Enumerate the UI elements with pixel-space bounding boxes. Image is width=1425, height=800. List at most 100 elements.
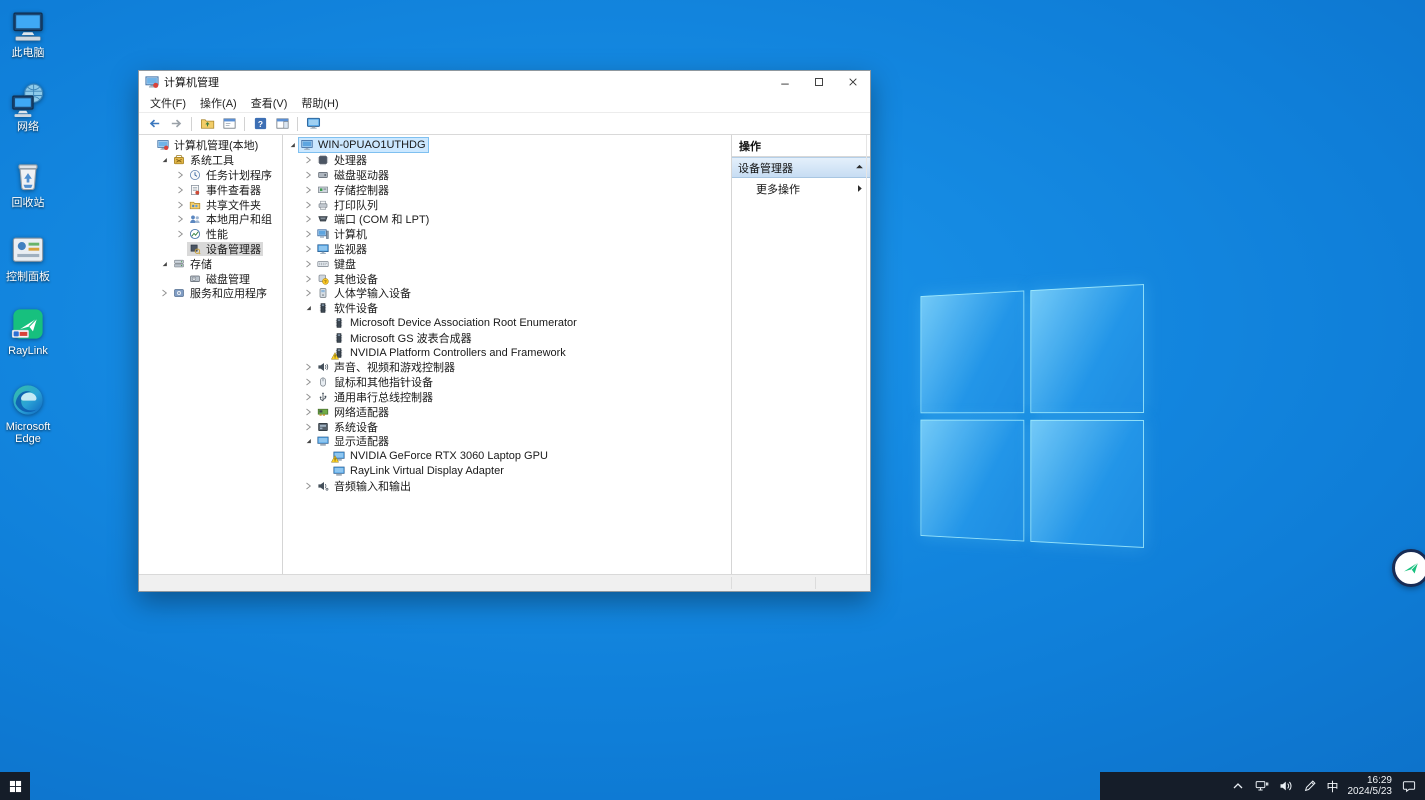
chevron-expanded-icon[interactable] (303, 435, 315, 447)
minimize-button[interactable] (768, 71, 802, 93)
tree-item[interactable]: 音频输入和输出 (283, 478, 731, 493)
tree-item[interactable]: 性能 (139, 227, 282, 242)
collapse-triangle-icon[interactable] (855, 163, 864, 172)
taskbar-clock[interactable]: 16:29 2024/5/23 (1348, 775, 1393, 797)
ime-indicator[interactable]: 中 (1326, 778, 1338, 795)
tree-item[interactable]: 存储 (139, 256, 282, 271)
menu-item[interactable]: 查看(V) (244, 93, 295, 113)
chevron-collapsed-icon[interactable] (303, 228, 315, 240)
tree-item[interactable]: 网络适配器 (283, 404, 731, 419)
chevron-collapsed-icon[interactable] (175, 213, 187, 225)
console-window-2-button[interactable] (272, 115, 292, 133)
tree-item[interactable]: 处理器 (283, 153, 731, 168)
chevron-collapsed-icon[interactable] (303, 258, 315, 270)
tree-item[interactable]: 键盘 (283, 256, 731, 271)
maximize-button[interactable] (802, 71, 836, 93)
tree-item-label: 计算机管理(本地) (174, 137, 258, 153)
tree-item[interactable]: 显示适配器 (283, 434, 731, 449)
network-icon[interactable] (1254, 779, 1269, 794)
desktop-icon-recycle-bin[interactable]: 回收站 (2, 158, 54, 209)
forward-button[interactable] (166, 115, 186, 133)
tree-item[interactable]: 磁盘驱动器 (283, 168, 731, 183)
tree-item[interactable]: RayLink Virtual Display Adapter (283, 464, 731, 479)
tree-item-label: 处理器 (334, 152, 367, 168)
volume-icon[interactable] (1278, 779, 1293, 794)
chevron-collapsed-icon[interactable] (303, 406, 315, 418)
tree-item[interactable]: 磁盘管理 (139, 271, 282, 286)
desktop-icon-network[interactable]: 网络 (2, 82, 54, 133)
window-titlebar[interactable]: 计算机管理 (139, 71, 870, 93)
tree-item[interactable]: 计算机 (283, 227, 731, 242)
chevron-collapsed-icon[interactable] (303, 169, 315, 181)
desktop-icon-edge[interactable]: Microsoft Edge (2, 382, 54, 445)
menu-item[interactable]: 文件(F) (143, 93, 193, 113)
chevron-collapsed-icon[interactable] (303, 273, 315, 285)
desktop-icon-this-pc[interactable]: 此电脑 (2, 8, 54, 59)
tree-item[interactable]: Microsoft Device Association Root Enumer… (283, 316, 731, 331)
tree-item[interactable]: WIN-0PUAO1UTHDG (283, 138, 731, 153)
start-button[interactable] (0, 772, 30, 800)
tree-item[interactable]: 事件查看器 (139, 182, 282, 197)
desktop-icon-raylink[interactable]: RayLink (2, 306, 54, 357)
tree-item[interactable]: 本地用户和组 (139, 212, 282, 227)
tree-item[interactable]: 监视器 (283, 242, 731, 257)
chevron-collapsed-icon[interactable] (303, 243, 315, 255)
tree-item[interactable]: 鼠标和其他指针设备 (283, 375, 731, 390)
chevron-collapsed-icon[interactable] (303, 480, 315, 492)
chevron-collapsed-icon[interactable] (303, 361, 315, 373)
tree-item[interactable]: NVIDIA Platform Controllers and Framewor… (283, 345, 731, 360)
chevron-expanded-icon[interactable] (303, 302, 315, 314)
tree-item[interactable]: 打印队列 (283, 197, 731, 212)
close-button[interactable] (836, 71, 870, 93)
tree-item[interactable]: 通用串行总线控制器 (283, 390, 731, 405)
tree-item[interactable]: 设备管理器 (139, 242, 282, 257)
chevron-expanded-icon[interactable] (159, 154, 171, 166)
action-center-icon[interactable] (1401, 779, 1416, 794)
tree-item[interactable]: 存储控制器 (283, 182, 731, 197)
tree-item[interactable]: 人体学输入设备 (283, 286, 731, 301)
chevron-collapsed-icon[interactable] (303, 154, 315, 166)
tree-item[interactable]: 端口 (COM 和 LPT) (283, 212, 731, 227)
chevron-collapsed-icon[interactable] (175, 169, 187, 181)
back-button[interactable] (144, 115, 164, 133)
tree-item[interactable]: Microsoft GS 波表合成器 (283, 330, 731, 345)
tree-item[interactable]: 系统设备 (283, 419, 731, 434)
tree-item[interactable]: 系统工具 (139, 153, 282, 168)
help-button[interactable]: ? (250, 115, 270, 133)
chevron-expanded-icon[interactable] (287, 139, 299, 151)
chevron-collapsed-icon[interactable] (303, 213, 315, 225)
chevron-collapsed-icon[interactable] (175, 199, 187, 211)
chevron-collapsed-icon[interactable] (303, 421, 315, 433)
monitor-view-button[interactable] (303, 115, 323, 133)
menu-item[interactable]: 操作(A) (193, 93, 244, 113)
desktop-icon-control-panel[interactable]: 控制面板 (2, 232, 54, 283)
tree-item-label: 显示适配器 (334, 433, 389, 449)
windows-ink-icon[interactable] (1302, 779, 1317, 794)
chevron-collapsed-icon[interactable] (303, 376, 315, 388)
chevron-collapsed-icon[interactable] (303, 287, 315, 299)
tree-item[interactable]: 软件设备 (283, 301, 731, 316)
chevron-collapsed-icon[interactable] (303, 184, 315, 196)
chevron-collapsed-icon[interactable] (303, 199, 315, 211)
tree-item[interactable]: 共享文件夹 (139, 197, 282, 212)
tree-item[interactable]: 任务计划程序 (139, 168, 282, 183)
menu-item[interactable]: 帮助(H) (294, 93, 345, 113)
performance-icon (189, 228, 202, 240)
raylink-assist-button[interactable] (1392, 549, 1425, 587)
chevron-collapsed-icon[interactable] (159, 287, 171, 299)
actions-group-device-manager[interactable]: 设备管理器 (732, 157, 870, 178)
tree-item[interactable]: 声音、视频和游戏控制器 (283, 360, 731, 375)
tree-item[interactable]: NVIDIA GeForce RTX 3060 Laptop GPU (283, 449, 731, 464)
tree-item[interactable]: 服务和应用程序 (139, 286, 282, 301)
chevron-expanded-icon[interactable] (159, 258, 171, 270)
console-window-button[interactable] (219, 115, 239, 133)
chevron-collapsed-icon[interactable] (175, 184, 187, 196)
more-actions-item[interactable]: 更多操作 (732, 178, 870, 199)
chevron-collapsed-icon[interactable] (303, 391, 315, 403)
chevron-collapsed-icon[interactable] (175, 228, 187, 240)
tree-item[interactable]: ?其他设备 (283, 271, 731, 286)
tree-item-label: 网络适配器 (334, 404, 389, 420)
chevron-up-icon[interactable] (1230, 779, 1245, 794)
tree-item[interactable]: 计算机管理(本地) (139, 138, 282, 153)
export-button[interactable] (197, 115, 217, 133)
